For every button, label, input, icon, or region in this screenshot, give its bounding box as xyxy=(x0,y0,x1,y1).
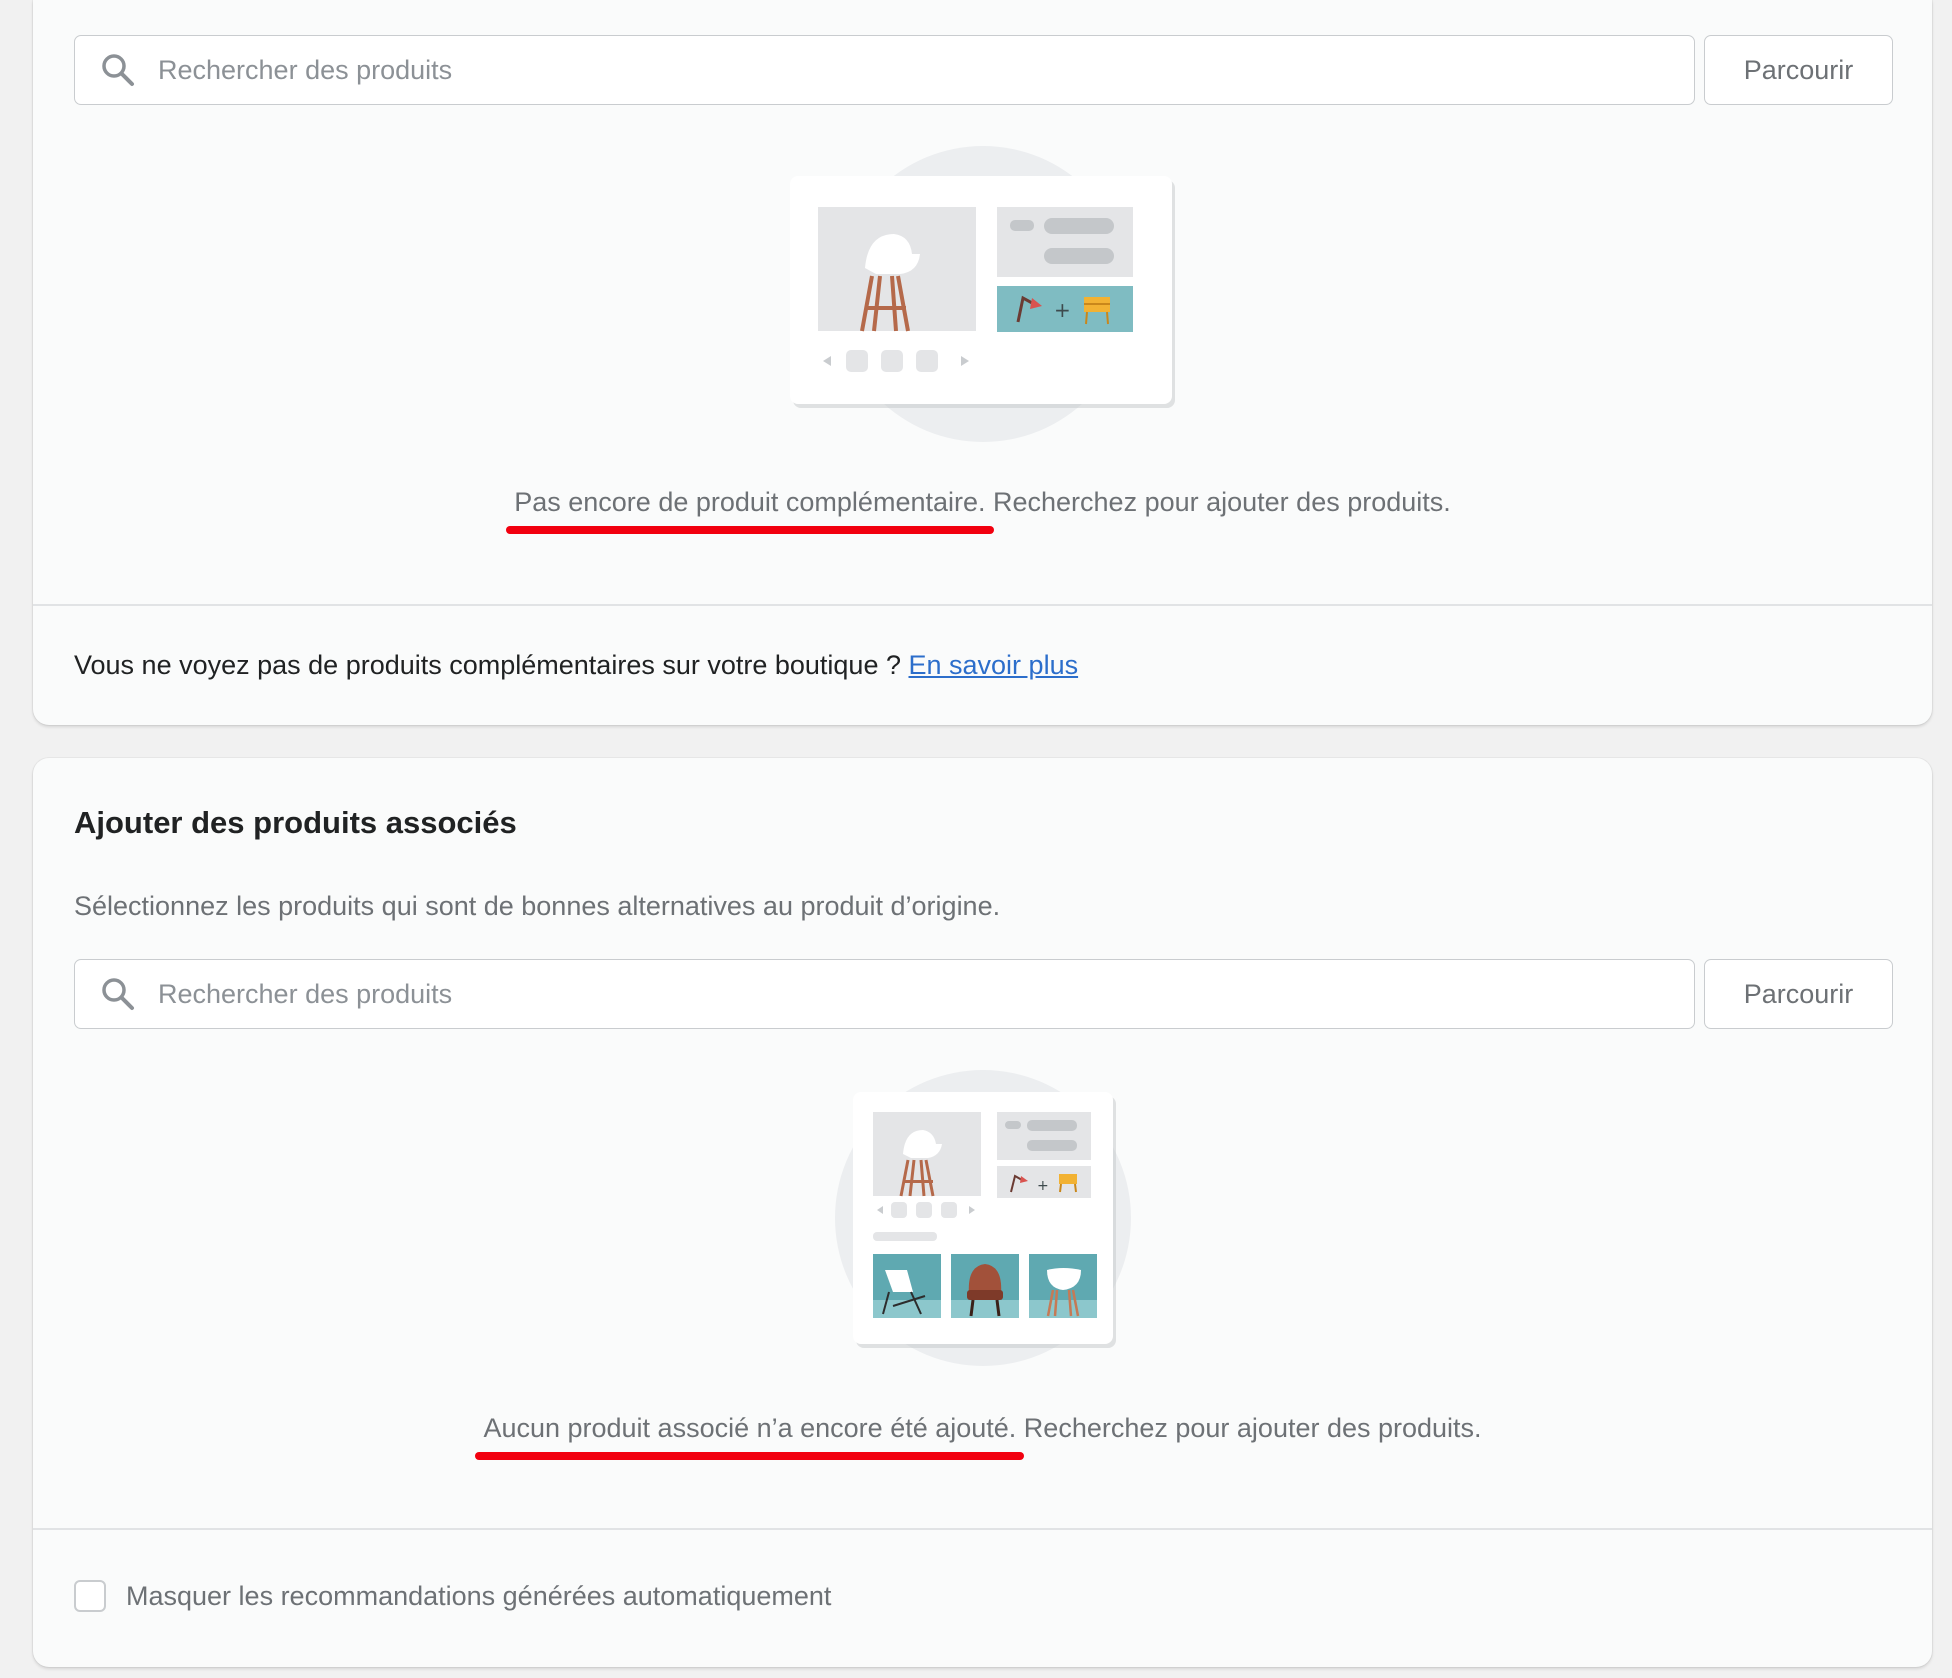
svg-text:+: + xyxy=(1037,1178,1049,1194)
related-empty-rest: Recherchez pour ajouter des produits. xyxy=(1016,1413,1482,1443)
complementary-products-card: Parcourir + Pas encore de produit complé… xyxy=(33,0,1932,725)
related-search-input[interactable] xyxy=(156,977,1694,1011)
related-section-title: Ajouter des produits associés xyxy=(74,805,517,840)
related-browse-button[interactable]: Parcourir xyxy=(1704,959,1893,1029)
related-search-row: Parcourir xyxy=(74,959,1893,1031)
complementary-search-input[interactable] xyxy=(156,53,1694,87)
related-empty-illustration: + xyxy=(835,1070,1131,1366)
learn-more-link[interactable]: En savoir plus xyxy=(909,650,1079,680)
complementary-empty-rest: Recherchez pour ajouter des produits. xyxy=(985,487,1451,517)
complementary-footer: Vous ne voyez pas de produits complément… xyxy=(74,650,1078,681)
complementary-empty-illustration: + xyxy=(790,146,1175,442)
complementary-divider xyxy=(33,604,1932,606)
related-empty-message: Aucun produit associé n’a encore été ajo… xyxy=(33,1413,1932,1460)
related-section-description: Sélectionnez les produits qui sont de bo… xyxy=(74,891,1001,921)
complementary-footer-text: Vous ne voyez pas de produits complément… xyxy=(74,650,901,680)
hide-auto-recommendations-row[interactable]: Masquer les recommandations générées aut… xyxy=(74,1580,831,1612)
complementary-empty-lead: Pas encore de produit complémentaire. xyxy=(506,487,994,534)
hide-auto-recommendations-label[interactable]: Masquer les recommandations générées aut… xyxy=(126,1581,831,1612)
related-search-box[interactable] xyxy=(74,959,1695,1029)
related-products-card: Ajouter des produits associés Sélectionn… xyxy=(33,758,1932,1667)
search-icon xyxy=(102,54,134,86)
related-empty-lead: Aucun produit associé n’a encore été ajo… xyxy=(475,1413,1025,1460)
complementary-browse-button[interactable]: Parcourir xyxy=(1704,35,1893,105)
search-icon xyxy=(102,978,134,1010)
related-divider xyxy=(33,1528,1932,1530)
svg-text:+: + xyxy=(1054,298,1071,322)
complementary-empty-message: Pas encore de produit complémentaire. Re… xyxy=(33,487,1932,534)
complementary-search-box[interactable] xyxy=(74,35,1695,105)
complementary-search-row: Parcourir xyxy=(74,35,1893,107)
hide-auto-recommendations-checkbox[interactable] xyxy=(74,1580,106,1612)
